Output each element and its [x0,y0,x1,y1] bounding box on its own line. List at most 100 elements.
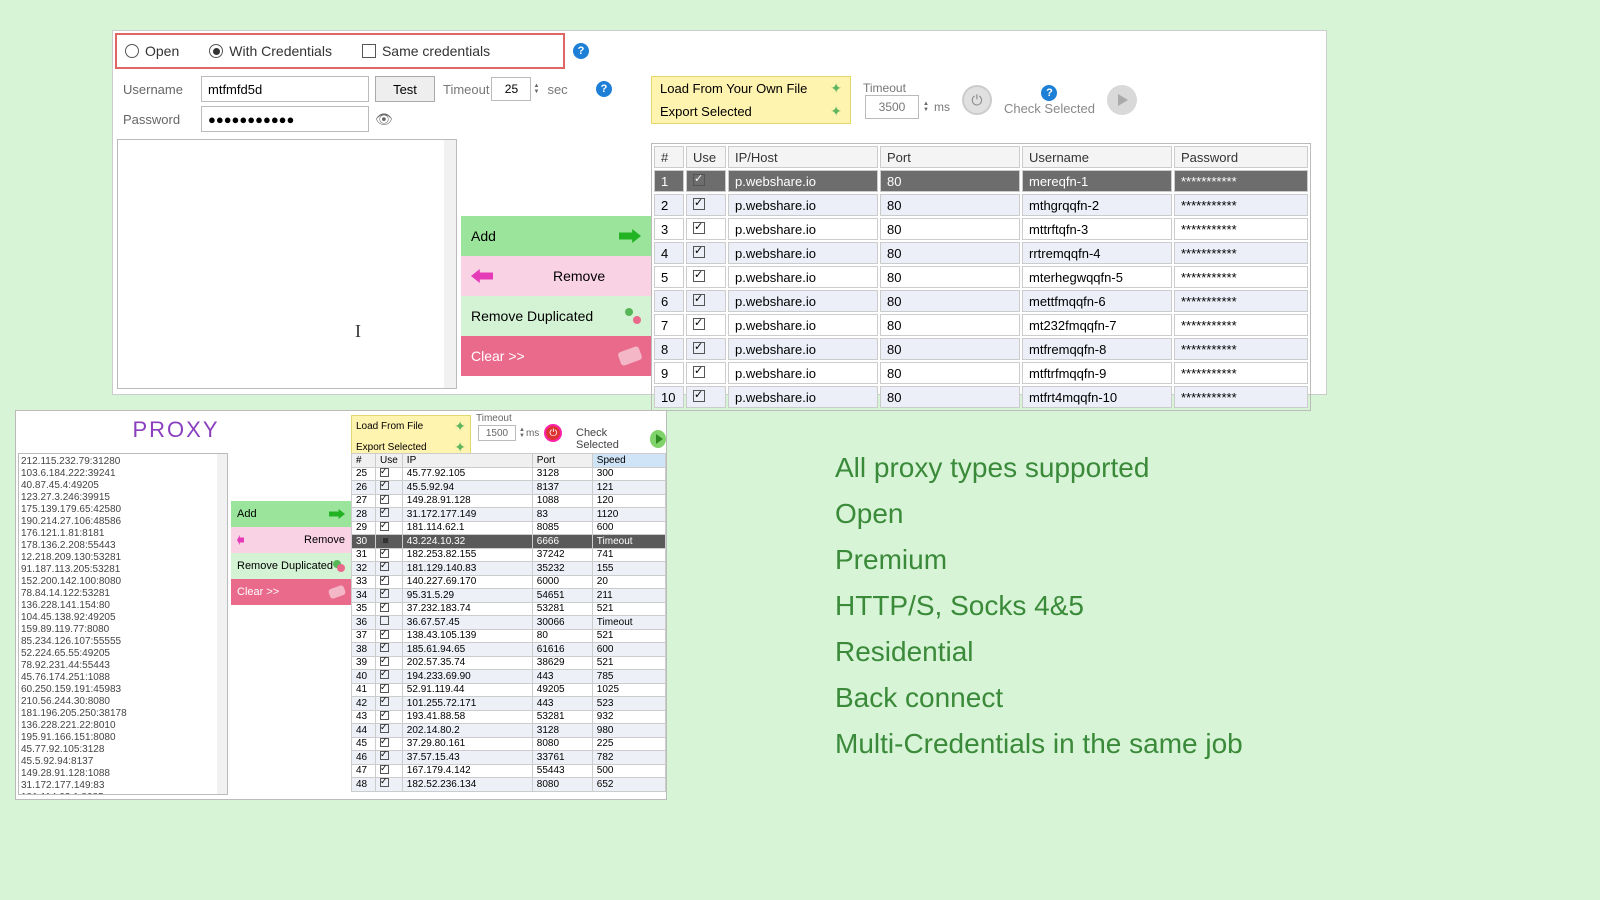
password-input[interactable] [201,106,369,132]
checkbox-icon[interactable] [380,738,389,747]
play-button[interactable] [1107,85,1137,115]
list-item[interactable]: 45.76.174.251:1088 [21,672,225,684]
table-row[interactable]: 48182.52.236.1348080652 [352,778,666,792]
table-row[interactable]: 9p.webshare.io80mtftrfmqqfn-9*********** [654,362,1308,384]
list-item[interactable]: 178.136.2.208:55443 [21,540,225,552]
table-row[interactable]: 44202.14.80.23128980 [352,724,666,738]
add-button[interactable]: Add [461,216,651,256]
proxy-input-textarea[interactable] [117,139,457,389]
list-item[interactable]: 85.234.126.107:55555 [21,636,225,648]
checkbox-icon[interactable] [380,562,389,571]
table-row[interactable]: 27149.28.91.1281088120 [352,494,666,508]
checkbox-icon[interactable] [380,522,389,531]
add-button[interactable]: Add [231,501,351,527]
table-row[interactable]: 42101.255.72.171443523 [352,697,666,711]
spinner-buttons[interactable]: ▲▼ [533,83,539,95]
remove-button[interactable]: Remove [231,527,351,553]
help-icon[interactable]: ? [596,81,612,97]
list-item[interactable]: 190.214.27.106:48586 [21,516,225,528]
table-row[interactable]: 2645.5.92.948137121 [352,481,666,495]
checkbox-icon[interactable] [693,174,705,186]
list-item[interactable]: 103.6.184.222:39241 [21,468,225,480]
list-item[interactable]: 175.139.179.65:42580 [21,504,225,516]
table-row[interactable]: 5p.webshare.io80mterhegwqqfn-5**********… [654,266,1308,288]
help-icon[interactable]: ? [1041,85,1057,101]
username-input[interactable] [201,76,369,102]
checkbox-icon[interactable] [693,222,705,234]
checkbox-icon[interactable] [380,778,389,787]
checkbox-icon[interactable] [693,294,705,306]
list-item[interactable]: 159.89.119.77:8080 [21,624,225,636]
remove-button[interactable]: Remove [461,256,651,296]
help-icon[interactable]: ? [573,43,589,59]
table-row[interactable]: 3p.webshare.io80mttrftqfn-3*********** [654,218,1308,240]
table-row[interactable]: 2831.172.177.149831120 [352,508,666,522]
table-row[interactable]: 4537.29.80.1618080225 [352,737,666,751]
table-row[interactable]: 1p.webshare.io80mereqfn-1*********** [654,170,1308,192]
checkbox-icon[interactable] [693,318,705,330]
table-row[interactable]: 3636.67.57.4530066Timeout [352,616,666,630]
list-item[interactable]: 181.196.205.250:38178 [21,708,225,720]
checkbox-icon[interactable] [380,481,389,490]
checkbox-icon[interactable] [380,616,389,625]
list-item[interactable]: 31.172.177.149:83 [21,780,225,792]
timeout-stepper[interactable]: 1500 [478,425,516,441]
list-item[interactable]: 210.56.244.30:8080 [21,696,225,708]
table-row[interactable]: 2p.webshare.io80mthgrqqfn-2*********** [654,194,1308,216]
list-item[interactable]: 78.84.14.122:53281 [21,588,225,600]
list-item[interactable]: 195.91.166.151:8080 [21,732,225,744]
list-item[interactable]: 136.228.221.22:8010 [21,720,225,732]
checkbox-icon[interactable] [380,603,389,612]
scrollbar[interactable] [217,454,227,794]
checkbox-icon[interactable] [693,390,705,402]
stop-icon[interactable]: ⏻ [544,424,562,442]
scrollbar[interactable] [444,140,456,388]
list-item[interactable]: 149.28.91.128:1088 [21,768,225,780]
table-row[interactable]: 29181.114.62.18085600 [352,521,666,535]
table-row[interactable]: 32181.129.140.8335232155 [352,562,666,576]
export-selected-button[interactable]: Export Selected ✦ [652,100,850,123]
radio-with-credentials[interactable]: With Credentials [209,43,332,59]
table-row[interactable]: 40194.233.69.90443785 [352,670,666,684]
list-item[interactable]: 123.27.3.246:39915 [21,492,225,504]
spinner-buttons[interactable]: ▲▼ [923,101,929,113]
checkbox-icon[interactable] [380,724,389,733]
proxy-table[interactable]: # Use IP/Host Port Username Password 1p.… [651,143,1311,411]
list-item[interactable]: 152.200.142.100:8080 [21,576,225,588]
clear-button[interactable]: Clear >> [231,579,351,605]
timeout-stepper[interactable]: 25 [491,77,531,101]
check-selected-small[interactable]: Check Selected [576,427,666,451]
table-row[interactable]: 43193.41.88.5853281932 [352,710,666,724]
list-item[interactable]: 45.5.92.94:8137 [21,756,225,768]
checkbox-icon[interactable] [380,670,389,679]
list-item[interactable]: 104.45.138.92:49205 [21,612,225,624]
checkbox-icon[interactable] [380,589,389,598]
checkbox-same-credentials[interactable]: Same credentials [362,43,490,59]
checkbox-icon[interactable] [380,630,389,639]
checkbox-icon[interactable] [693,342,705,354]
checkbox-icon[interactable] [693,366,705,378]
ip-list[interactable]: 212.115.232.79:31280103.6.184.222:392414… [18,453,228,795]
list-item[interactable]: 52.224.65.55:49205 [21,648,225,660]
checkbox-icon[interactable] [693,270,705,282]
table-row[interactable]: 38185.61.94.6561616600 [352,643,666,657]
checkbox-icon[interactable] [380,751,389,760]
table-row[interactable]: 2545.77.92.1053128300 [352,467,666,481]
table-row[interactable]: 4637.57.15.4333761782 [352,751,666,765]
table-row[interactable]: 4152.91.119.44492051025 [352,683,666,697]
checkbox-icon[interactable] [380,697,389,706]
checkbox-icon[interactable] [693,198,705,210]
table-row[interactable]: 37138.43.105.13980521 [352,629,666,643]
eye-icon[interactable]: 👁 [375,111,393,128]
list-item[interactable]: 181.114.62.1:8085 [21,792,225,795]
checkbox-icon[interactable] [693,246,705,258]
table-row[interactable]: 3043.224.10.326666Timeout [352,535,666,549]
load-from-file-button[interactable]: Load From File ✦ [352,416,470,437]
table-row[interactable]: 31182.253.82.15537242741 [352,548,666,562]
checkbox-icon[interactable] [380,765,389,774]
checkbox-icon[interactable] [380,535,389,544]
list-item[interactable]: 12.218.209.130:53281 [21,552,225,564]
list-item[interactable]: 40.87.45.4:49205 [21,480,225,492]
timeout-stepper[interactable]: 3500 [865,95,919,119]
table-row[interactable]: 6p.webshare.io80mettfmqqfn-6*********** [654,290,1308,312]
